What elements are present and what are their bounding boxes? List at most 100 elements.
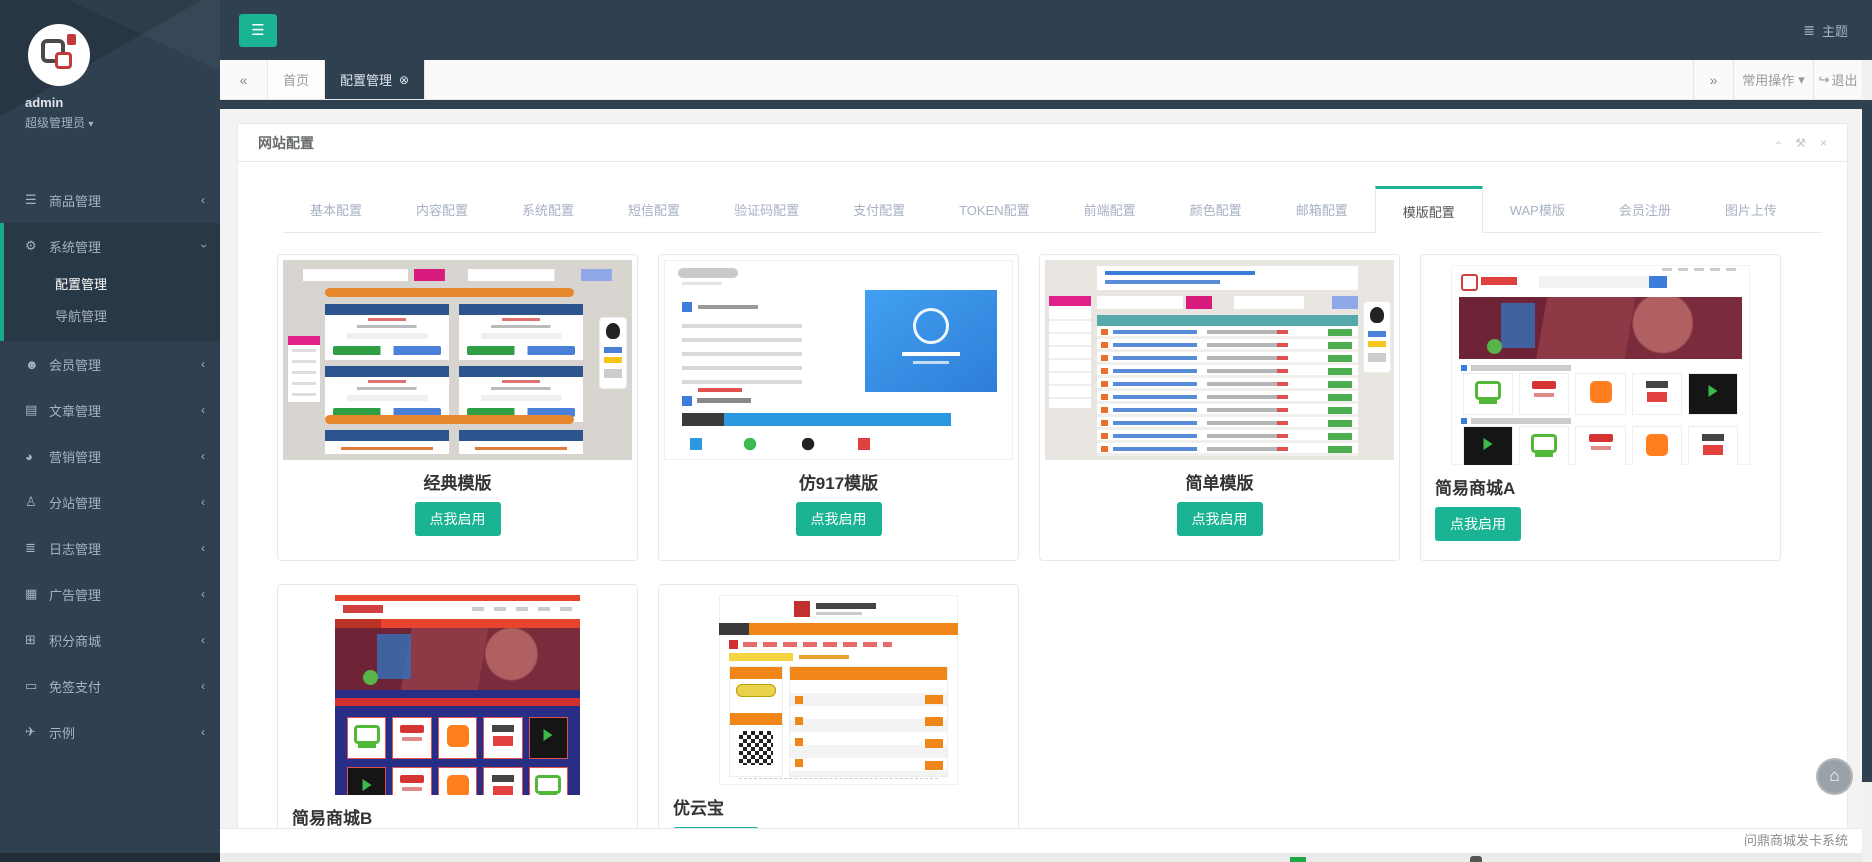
template-card-shop-b: 简易商城B 点我启用 — [277, 584, 638, 854]
template-card-simple: 简单模版 点我启用 — [1039, 254, 1400, 561]
sidebar-item-substations[interactable]: ♙ 分站管理 ‹ — [0, 479, 220, 525]
logo-seal — [67, 34, 76, 45]
chevron-left-icon: ‹ — [201, 633, 205, 647]
chevron-left-icon: ‹ — [201, 679, 205, 693]
template-title: 仿917模版 — [659, 469, 1018, 494]
template-card-classic: 经典模版 点我启用 — [277, 254, 638, 561]
common-operations-dropdown[interactable]: 常用操作 ▾ — [1733, 60, 1813, 99]
sohu-logo-tile — [483, 767, 522, 795]
hero-banner-shape — [1459, 297, 1742, 359]
mango-tv-logo-tile — [438, 717, 477, 759]
sidebar-subitem-navigation[interactable]: 导航管理 — [4, 301, 220, 333]
list-icon: ☰ — [25, 192, 49, 208]
sidebar-bottom-strip — [0, 853, 220, 862]
sidebar-item-label: 日志管理 — [49, 539, 101, 558]
sidebar-group-system: ⚙ 系统管理 ‹ 配置管理 导航管理 — [0, 223, 220, 341]
user-role-dropdown[interactable]: 超级管理员 ▾ — [25, 114, 220, 131]
avatar[interactable] — [28, 24, 90, 86]
users-icon: ☻ — [25, 357, 49, 372]
sidebar-item-label: 会员管理 — [49, 355, 101, 374]
tencent-video-logo-tile — [529, 717, 568, 759]
activate-button[interactable]: 点我启用 — [1435, 507, 1521, 541]
template-thumbnail — [335, 595, 580, 795]
tab-payment[interactable]: 支付配置 — [826, 186, 932, 232]
sidebar-item-system[interactable]: ⚙ 系统管理 ‹ — [4, 223, 220, 269]
activate-button[interactable]: 点我启用 — [1177, 502, 1263, 536]
logout-icon: ↪ — [1819, 72, 1830, 88]
activate-button[interactable]: 点我启用 — [415, 502, 501, 536]
tab-system[interactable]: 系统配置 — [495, 186, 601, 232]
chevron-down-icon: ‹ — [196, 244, 210, 248]
tab-template[interactable]: 模版配置 — [1375, 186, 1483, 233]
sidebar-item-ads[interactable]: ▦ 广告管理 ‹ — [0, 571, 220, 617]
template-card-917: 仿917模版 点我启用 — [658, 254, 1019, 561]
tabs-scroll-right-button[interactable]: » — [1693, 60, 1733, 99]
tabs-scroll-left-button[interactable]: « — [220, 60, 268, 99]
tab-basic[interactable]: 基本配置 — [283, 186, 389, 232]
sidebar-item-goods[interactable]: ☰ 商品管理 ‹ — [0, 177, 220, 223]
close-tab-icon[interactable]: ⊗ — [399, 73, 409, 87]
tab-config-management[interactable]: 配置管理 ⊗ — [325, 60, 425, 99]
tab-content[interactable]: 内容配置 — [389, 186, 495, 232]
tab-wap[interactable]: WAP模版 — [1483, 186, 1592, 232]
tab-mail[interactable]: 邮箱配置 — [1269, 186, 1375, 232]
close-panel-icon[interactable]: × — [1820, 136, 1827, 150]
goods-table-shape — [789, 666, 948, 777]
person-icon: ♙ — [25, 494, 49, 510]
tab-token[interactable]: TOKEN配置 — [932, 186, 1057, 232]
credit-card-icon: ▭ — [25, 678, 49, 694]
sidebar-item-members[interactable]: ☻ 会员管理 ‹ — [0, 341, 220, 387]
sidebar-item-nosign-pay[interactable]: ▭ 免签支付 ‹ — [0, 663, 220, 709]
activate-button[interactable]: 点我启用 — [796, 502, 882, 536]
logout-button[interactable]: ↪ 退出 — [1813, 60, 1862, 99]
template-thumbnail — [1451, 265, 1750, 465]
profile-block: admin 超级管理员 ▾ — [0, 0, 220, 150]
panel-header: 网站配置 ‹ ⚒ × — [238, 124, 1847, 162]
sidebar-item-articles[interactable]: ▤ 文章管理 ‹ — [0, 387, 220, 433]
tab-home[interactable]: 首页 — [268, 60, 325, 99]
tab-upload[interactable]: 图片上传 — [1698, 186, 1804, 232]
content-top-strip — [220, 100, 1862, 109]
sidebar-item-label: 积分商城 — [49, 631, 101, 650]
back-to-top-home-button[interactable]: ⌂ — [1816, 758, 1853, 795]
panel-title: 网站配置 — [258, 133, 314, 153]
tab-color[interactable]: 颜色配置 — [1163, 186, 1269, 232]
wrench-icon[interactable]: ⚒ — [1795, 136, 1806, 150]
file-icon: ▤ — [25, 402, 49, 418]
tab-sms[interactable]: 短信配置 — [601, 186, 707, 232]
bottom-strip — [220, 853, 1872, 862]
tab-frontend[interactable]: 前端配置 — [1057, 186, 1163, 232]
template-title: 简易商城B — [278, 804, 637, 829]
tab-label: 配置管理 — [340, 70, 392, 89]
sidebar-subitem-config[interactable]: 配置管理 — [4, 269, 220, 301]
footer-text: 问鼎商城发卡系统 — [1744, 833, 1848, 848]
hamburger-menu-button[interactable]: ☰ — [239, 14, 277, 47]
tab-captcha[interactable]: 验证码配置 — [707, 186, 826, 232]
chevron-left-icon: ‹ — [201, 403, 205, 417]
sidebar-item-points-mall[interactable]: ⊞ 积分商城 ‹ — [0, 617, 220, 663]
qq-widget-shape — [600, 318, 626, 388]
page-scrollbar[interactable] — [1862, 60, 1872, 862]
footer: 问鼎商城发卡系统 — [220, 828, 1862, 853]
tab-register[interactable]: 会员注册 — [1592, 186, 1698, 232]
chevron-left-icon: ‹ — [201, 725, 205, 739]
sidebar-item-examples[interactable]: ✈ 示例 ‹ — [0, 709, 220, 755]
collapse-panel-icon[interactable]: ‹ — [1772, 141, 1786, 145]
sidebar-item-logs[interactable]: ≣ 日志管理 ‹ — [0, 525, 220, 571]
theme-button[interactable]: ≣ 主题 — [1803, 0, 1848, 60]
sidebar-item-marketing[interactable]: ◕ 营销管理 ‹ — [0, 433, 220, 479]
tencent-video-logo-tile — [347, 767, 386, 795]
scrollbar-thumb[interactable] — [1862, 100, 1872, 782]
caret-down-icon: ▾ — [88, 119, 93, 130]
config-tabs: 基本配置 内容配置 系统配置 短信配置 验证码配置 支付配置 TOKEN配置 前… — [283, 186, 1822, 233]
mango-tv-logo-tile — [1632, 426, 1682, 465]
gear-icon: ⚙ — [25, 238, 49, 254]
chevron-left-icon: ‹ — [201, 541, 205, 555]
sidebar-item-label: 文章管理 — [49, 401, 101, 420]
chevron-left-icon: ‹ — [201, 495, 205, 509]
letv-logo-tile — [392, 767, 431, 795]
template-thumbnail — [1045, 260, 1394, 460]
chevron-left-icon: ‹ — [201, 449, 205, 463]
partial-dark-icon — [1470, 856, 1482, 862]
qq-widget-shape — [1364, 302, 1390, 372]
